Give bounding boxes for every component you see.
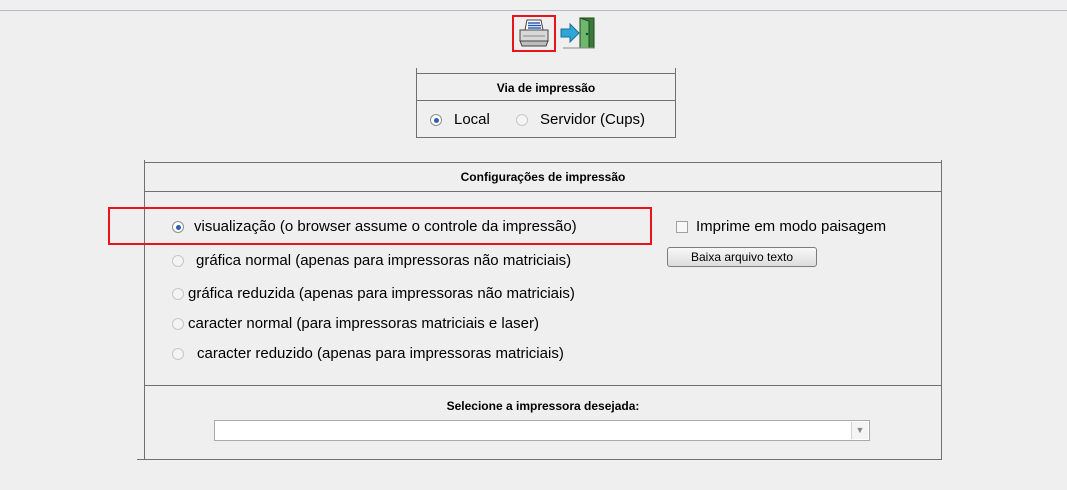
route-option-local[interactable]: Local bbox=[430, 111, 490, 128]
route-local-label: Local bbox=[454, 111, 490, 128]
route-option-server[interactable]: Servidor (Cups) bbox=[516, 111, 645, 128]
graphic-reduced-label: gráfica reduzida (apenas para impressora… bbox=[188, 285, 575, 302]
border bbox=[144, 385, 942, 386]
option-graphic-normal[interactable]: gráfica normal (apenas para impressoras … bbox=[172, 252, 571, 269]
printer-select-title: Selecione a impressora desejada: bbox=[446, 399, 640, 413]
landscape-option[interactable]: Imprime em modo paisagem bbox=[676, 218, 886, 235]
print-settings-title: Configurações de impressão bbox=[460, 170, 626, 184]
character-reduced-radio[interactable] bbox=[172, 347, 184, 360]
printer-select[interactable]: ▼ bbox=[214, 420, 870, 441]
border bbox=[416, 137, 676, 138]
visualization-radio[interactable] bbox=[172, 220, 184, 233]
option-graphic-reduced[interactable]: gráfica reduzida (apenas para impressora… bbox=[172, 285, 575, 302]
option-visualization[interactable]: visualização (o browser assume o control… bbox=[172, 218, 577, 235]
visualization-label: visualização (o browser assume o control… bbox=[194, 218, 577, 235]
print-route-panel: Via de impressão Local Servidor (Cups) bbox=[416, 68, 676, 138]
route-server-label: Servidor (Cups) bbox=[540, 111, 646, 128]
border bbox=[144, 162, 942, 163]
route-server-radio[interactable] bbox=[516, 113, 528, 126]
border bbox=[416, 100, 676, 101]
exit-door-icon bbox=[560, 17, 595, 49]
top-divider bbox=[0, 10, 1067, 11]
border bbox=[137, 459, 942, 460]
route-local-radio[interactable] bbox=[430, 113, 442, 126]
chevron-down-icon[interactable]: ▼ bbox=[851, 422, 868, 439]
print-button[interactable] bbox=[512, 15, 556, 52]
character-normal-radio[interactable] bbox=[172, 317, 184, 330]
border bbox=[416, 73, 676, 74]
character-reduced-label: caracter reduzido (apenas para impressor… bbox=[197, 345, 564, 362]
landscape-label: Imprime em modo paisagem bbox=[696, 218, 887, 235]
border bbox=[675, 68, 676, 138]
graphic-reduced-radio[interactable] bbox=[172, 287, 184, 300]
landscape-checkbox[interactable] bbox=[676, 220, 688, 233]
border bbox=[416, 68, 417, 138]
download-text-file-button[interactable]: Baixa arquivo texto bbox=[667, 247, 817, 267]
print-route-title: Via de impressão bbox=[496, 81, 596, 95]
graphic-normal-label: gráfica normal (apenas para impressoras … bbox=[196, 252, 572, 269]
border bbox=[144, 160, 145, 460]
graphic-normal-radio[interactable] bbox=[172, 254, 184, 267]
option-character-reduced[interactable]: caracter reduzido (apenas para impressor… bbox=[172, 345, 564, 362]
option-character-normal[interactable]: caracter normal (para impressoras matric… bbox=[172, 315, 539, 332]
border bbox=[941, 160, 942, 460]
border bbox=[144, 191, 942, 192]
character-normal-label: caracter normal (para impressoras matric… bbox=[188, 315, 539, 332]
printer-icon bbox=[519, 19, 549, 47]
exit-button[interactable] bbox=[558, 15, 598, 51]
